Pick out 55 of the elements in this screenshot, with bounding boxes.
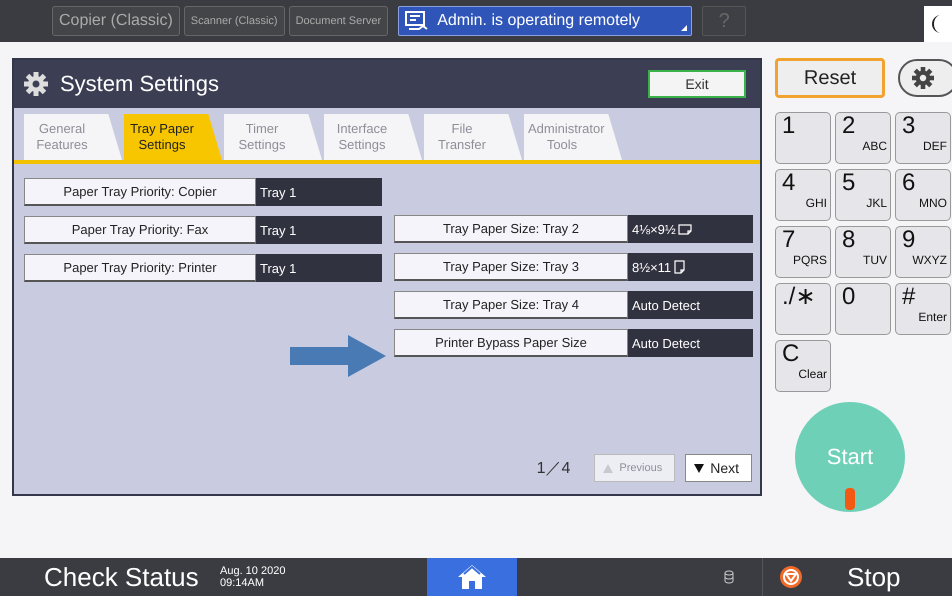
paper-orientation-icon (678, 222, 692, 236)
keypad-key[interactable]: 8 TUV (835, 226, 891, 278)
home-button[interactable] (427, 558, 518, 596)
keypad-key[interactable]: 0 (835, 283, 891, 335)
keypad-key[interactable]: 7 PQRS (775, 226, 831, 278)
keypad-key[interactable]: C Clear (775, 340, 831, 392)
keypad-key[interactable]: 4 GHI (775, 169, 831, 221)
stop-icon (779, 565, 803, 589)
app-tab[interactable]: Copier (Classic) (52, 6, 180, 36)
remote-screen-icon (405, 11, 430, 31)
reset-button[interactable]: Reset (775, 58, 885, 98)
window-title: System Settings (60, 71, 220, 97)
app-tab[interactable]: Document Server (288, 6, 388, 36)
setting-value: 8½×11 (628, 253, 753, 281)
exit-button[interactable]: Exit (648, 70, 746, 98)
storage-icon (724, 570, 734, 584)
keypad-key[interactable]: 6 MNO (895, 169, 951, 221)
date-text: Aug. 10 2020 (220, 565, 286, 577)
tab[interactable]: Tray Paper Settings (124, 114, 222, 160)
paper-orientation-icon (673, 260, 688, 274)
setting-button[interactable]: Paper Tray Priority: Fax (24, 216, 256, 244)
indicator-light (845, 488, 855, 510)
page-indicator: 1／4 (536, 458, 570, 478)
setting-button[interactable]: Paper Tray Priority: Printer (24, 254, 256, 282)
gear-icon (24, 72, 48, 96)
app-tab[interactable]: Scanner (Classic) (184, 6, 285, 36)
setting-value: Tray 1 (256, 254, 382, 282)
keypad-key[interactable]: ./∗ (775, 283, 831, 335)
keypad-key[interactable]: # Enter (895, 283, 951, 335)
home-icon (457, 564, 488, 590)
remote-status[interactable]: Admin. is operating remotely (398, 6, 692, 36)
setting-value: Tray 1 (256, 216, 382, 244)
setting-button[interactable]: Tray Paper Size: Tray 4 (394, 291, 628, 319)
setting-button[interactable]: Tray Paper Size: Tray 2 (394, 215, 628, 243)
setting-button[interactable]: Tray Paper Size: Tray 3 (394, 253, 628, 281)
check-status-button[interactable]: Check Status (0, 560, 220, 594)
keypad-key[interactable]: 2 ABC (835, 112, 891, 164)
remote-status-text: Admin. is operating remotely (437, 12, 640, 30)
setting-value: Auto Detect (628, 329, 753, 357)
setting-value: Tray 1 (256, 178, 382, 206)
down-triangle-icon (694, 464, 704, 472)
stop-button[interactable]: Stop (762, 558, 952, 596)
setting-button[interactable]: Printer Bypass Paper Size (394, 329, 628, 357)
setting-value: 4⅛×9½ (628, 215, 753, 243)
next-button[interactable]: Next (685, 454, 752, 482)
time-text: 09:14AM (220, 577, 266, 589)
up-triangle-icon (603, 464, 614, 472)
settings-button[interactable] (898, 59, 952, 97)
setting-value: Auto Detect (628, 291, 753, 319)
settings-icon (912, 67, 934, 89)
keypad-key[interactable]: 5 JKL (835, 169, 891, 221)
setting-button[interactable]: Paper Tray Priority: Copier (24, 178, 256, 206)
keypad-key[interactable]: 1 (775, 112, 831, 164)
keypad-key[interactable]: 3 DEF (895, 112, 951, 164)
keypad-key[interactable]: 9 WXYZ (895, 226, 951, 278)
